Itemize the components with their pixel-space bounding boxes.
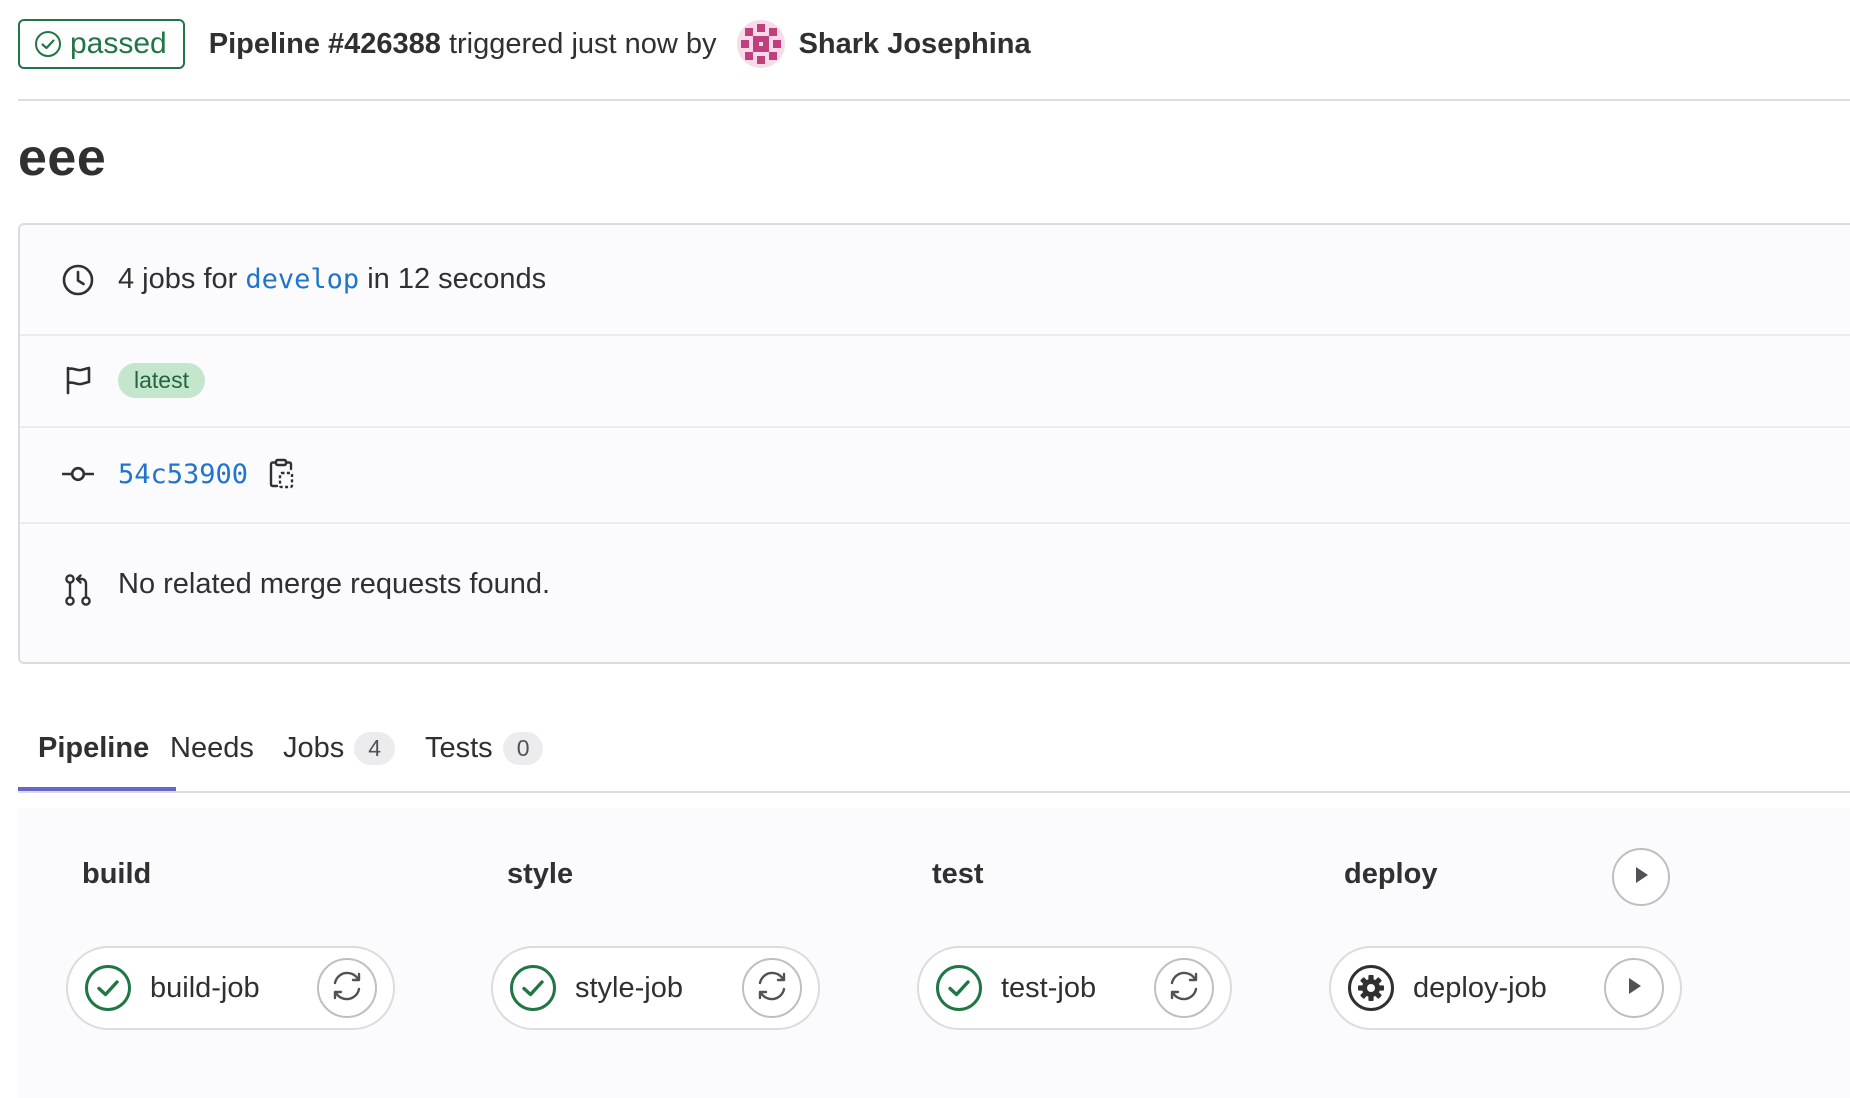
commit-info: 54c53900 xyxy=(118,456,298,492)
triggered-text: triggered just now by xyxy=(440,27,717,60)
header-divider xyxy=(18,99,1850,101)
job-name: test-job xyxy=(1001,971,1097,1004)
tab-tests[interactable]: Tests 0 xyxy=(425,705,544,791)
page-title: eee xyxy=(18,129,107,187)
pipeline-info-card: 4 jobs for develop in 12 seconds latest … xyxy=(18,223,1850,664)
badges: latest xyxy=(118,362,205,398)
retry-icon xyxy=(755,969,789,1008)
copy-to-clipboard-icon[interactable] xyxy=(264,456,298,492)
flag-icon xyxy=(60,362,96,398)
tab-label: Tests xyxy=(425,731,493,764)
tab-pipeline[interactable]: Pipeline xyxy=(38,705,149,791)
latest-badge: latest xyxy=(118,362,205,398)
retry-button[interactable] xyxy=(742,958,802,1018)
stage-title-style: style xyxy=(507,858,574,890)
play-icon xyxy=(1631,864,1651,891)
merge-request-row: No related merge requests found. xyxy=(20,522,1850,662)
duration-text: in 12 seconds xyxy=(359,263,547,295)
avatar[interactable] xyxy=(736,20,785,68)
tab-label: Pipeline xyxy=(38,731,150,764)
tab-needs[interactable]: Needs xyxy=(170,705,254,791)
tab-label: Needs xyxy=(170,731,254,764)
job-style-job[interactable]: style-job xyxy=(491,946,820,1030)
tab-jobs[interactable]: Jobs 4 xyxy=(283,705,396,791)
status-label: passed xyxy=(70,27,167,60)
job-test-job[interactable]: test-job xyxy=(917,946,1232,1030)
check-circle-icon xyxy=(509,964,557,1012)
pipeline-id: Pipeline #426388 xyxy=(208,27,441,60)
job-name: deploy-job xyxy=(1413,971,1547,1004)
check-circle-icon xyxy=(84,964,132,1012)
retry-button[interactable] xyxy=(1154,958,1214,1018)
merge-requests-text: No related merge requests found. xyxy=(118,568,551,600)
commit-icon xyxy=(60,456,96,492)
stage-title-deploy: deploy xyxy=(1344,858,1438,890)
retry-icon xyxy=(1167,969,1201,1008)
gear-icon xyxy=(1347,964,1395,1012)
pipeline-trigger-text: Pipeline #426388 triggered just now by xyxy=(209,28,717,61)
status-badge[interactable]: passed xyxy=(18,19,185,69)
commit-sha-link[interactable]: 54c53900 xyxy=(118,459,248,490)
jobs-summary: 4 jobs for develop in 12 seconds xyxy=(118,263,546,296)
commit-row: 54c53900 xyxy=(20,426,1850,524)
tab-label: Jobs xyxy=(283,731,345,764)
pipeline-tabs: Pipeline Needs Jobs 4 Tests 0 xyxy=(18,705,1850,793)
retry-icon xyxy=(330,969,364,1008)
stage-title-test: test xyxy=(932,858,984,890)
badges-row: latest xyxy=(20,334,1850,428)
play-icon xyxy=(1624,975,1644,1002)
pipeline-page: passed Pipeline #426388 triggered just n… xyxy=(0,0,1850,1098)
check-circle-icon xyxy=(34,30,62,58)
job-deploy-job[interactable]: deploy-job xyxy=(1329,946,1682,1030)
play-stage-button[interactable] xyxy=(1612,848,1670,906)
job-name: build-job xyxy=(150,971,260,1004)
stage-title-build: build xyxy=(82,858,152,890)
merge-request-icon xyxy=(60,572,96,608)
job-build-job[interactable]: build-job xyxy=(66,946,395,1030)
pipeline-header: passed Pipeline #426388 triggered just n… xyxy=(18,18,1031,70)
check-circle-icon xyxy=(935,964,983,1012)
jobs-summary-row: 4 jobs for develop in 12 seconds xyxy=(20,225,1850,336)
retry-button[interactable] xyxy=(317,958,377,1018)
active-tab-indicator xyxy=(18,787,176,791)
count-badge: 4 xyxy=(354,731,396,765)
count-badge: 0 xyxy=(502,731,544,765)
clock-icon xyxy=(60,262,96,298)
author-name[interactable]: Shark Josephina xyxy=(799,28,1031,61)
branch-link[interactable]: develop xyxy=(245,264,359,295)
play-job-button[interactable] xyxy=(1604,958,1664,1018)
job-name: style-job xyxy=(575,971,683,1004)
jobs-count-text: 4 jobs for xyxy=(118,263,246,295)
